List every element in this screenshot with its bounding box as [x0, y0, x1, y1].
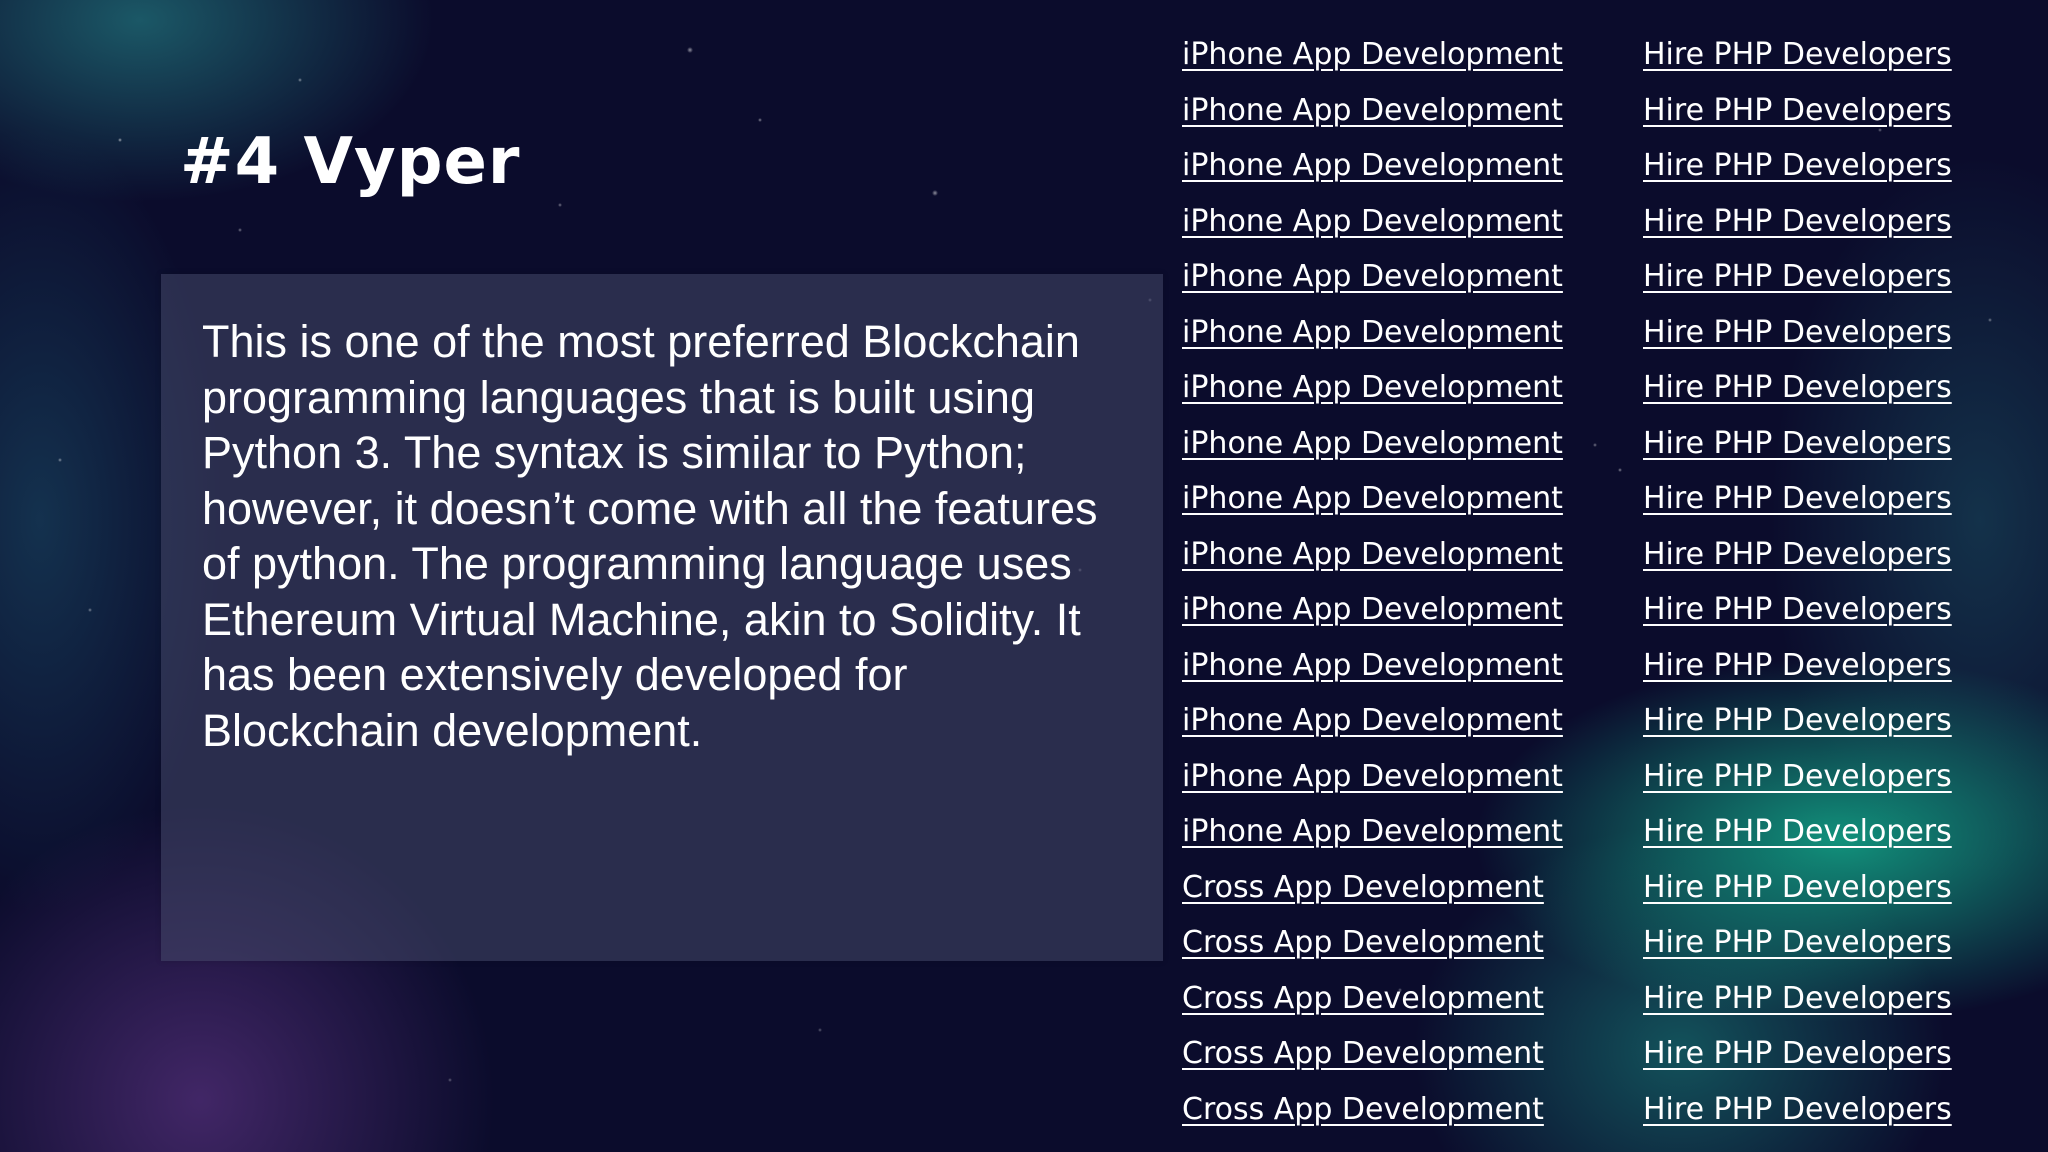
iphone-app-development-link[interactable]: iPhone App Development — [1182, 533, 1563, 589]
link-list-right: Hire PHP Developers Hire PHP Developers … — [1643, 33, 1952, 1143]
iphone-app-development-link[interactable]: iPhone App Development — [1182, 755, 1563, 811]
iphone-app-development-link[interactable]: iPhone App Development — [1182, 89, 1563, 145]
hire-php-developers-link[interactable]: Hire PHP Developers — [1643, 33, 1952, 89]
hire-php-developers-link[interactable]: Hire PHP Developers — [1643, 366, 1952, 422]
iphone-app-development-link[interactable]: iPhone App Development — [1182, 810, 1563, 866]
hire-php-developers-link[interactable]: Hire PHP Developers — [1643, 588, 1952, 644]
slide-body-text: This is one of the most preferred Blockc… — [202, 316, 1098, 756]
hire-php-developers-link[interactable]: Hire PHP Developers — [1643, 1088, 1952, 1144]
iphone-app-development-link[interactable]: iPhone App Development — [1182, 311, 1563, 367]
hire-php-developers-link[interactable]: Hire PHP Developers — [1643, 255, 1952, 311]
hire-php-developers-link[interactable]: Hire PHP Developers — [1643, 921, 1952, 977]
iphone-app-development-link[interactable]: iPhone App Development — [1182, 200, 1563, 256]
slide-title: #4 Vyper — [180, 125, 521, 199]
hire-php-developers-link[interactable]: Hire PHP Developers — [1643, 1032, 1952, 1088]
cross-app-development-link[interactable]: Cross App Development — [1182, 1088, 1563, 1144]
hire-php-developers-link[interactable]: Hire PHP Developers — [1643, 644, 1952, 700]
hire-php-developers-link[interactable]: Hire PHP Developers — [1643, 977, 1952, 1033]
hire-php-developers-link[interactable]: Hire PHP Developers — [1643, 810, 1952, 866]
hire-php-developers-link[interactable]: Hire PHP Developers — [1643, 755, 1952, 811]
hire-php-developers-link[interactable]: Hire PHP Developers — [1643, 533, 1952, 589]
hire-php-developers-link[interactable]: Hire PHP Developers — [1643, 477, 1952, 533]
hire-php-developers-link[interactable]: Hire PHP Developers — [1643, 144, 1952, 200]
iphone-app-development-link[interactable]: iPhone App Development — [1182, 144, 1563, 200]
link-list-left: iPhone App Development iPhone App Develo… — [1182, 33, 1563, 1143]
hire-php-developers-link[interactable]: Hire PHP Developers — [1643, 422, 1952, 478]
iphone-app-development-link[interactable]: iPhone App Development — [1182, 699, 1563, 755]
hire-php-developers-link[interactable]: Hire PHP Developers — [1643, 89, 1952, 145]
cross-app-development-link[interactable]: Cross App Development — [1182, 866, 1563, 922]
iphone-app-development-link[interactable]: iPhone App Development — [1182, 422, 1563, 478]
cross-app-development-link[interactable]: Cross App Development — [1182, 977, 1563, 1033]
iphone-app-development-link[interactable]: iPhone App Development — [1182, 477, 1563, 533]
hire-php-developers-link[interactable]: Hire PHP Developers — [1643, 699, 1952, 755]
iphone-app-development-link[interactable]: iPhone App Development — [1182, 255, 1563, 311]
cross-app-development-link[interactable]: Cross App Development — [1182, 1032, 1563, 1088]
iphone-app-development-link[interactable]: iPhone App Development — [1182, 588, 1563, 644]
cross-app-development-link[interactable]: Cross App Development — [1182, 921, 1563, 977]
iphone-app-development-link[interactable]: iPhone App Development — [1182, 366, 1563, 422]
hire-php-developers-link[interactable]: Hire PHP Developers — [1643, 866, 1952, 922]
hire-php-developers-link[interactable]: Hire PHP Developers — [1643, 200, 1952, 256]
hire-php-developers-link[interactable]: Hire PHP Developers — [1643, 311, 1952, 367]
iphone-app-development-link[interactable]: iPhone App Development — [1182, 644, 1563, 700]
iphone-app-development-link[interactable]: iPhone App Development — [1182, 33, 1563, 89]
